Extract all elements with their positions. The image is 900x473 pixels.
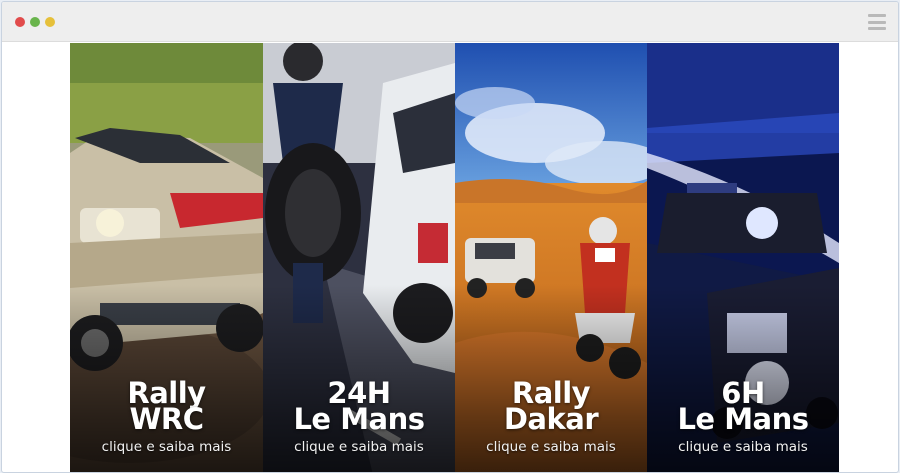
- close-window-dot[interactable]: [15, 17, 25, 27]
- title-line-2: Le Mans: [293, 402, 425, 436]
- panel-title: 24H Le Mans: [263, 379, 455, 436]
- panel-title: 6H Le Mans: [647, 379, 839, 436]
- panel-caption: 24H Le Mans clique e saiba mais: [263, 379, 455, 456]
- learn-more-link[interactable]: clique e saiba mais: [70, 439, 263, 455]
- learn-more-link[interactable]: clique e saiba mais: [455, 439, 647, 455]
- panel-caption: 6H Le Mans clique e saiba mais: [647, 379, 839, 456]
- maximize-window-dot[interactable]: [30, 17, 40, 27]
- window-toolbar: [2, 2, 898, 42]
- panel-title: Rally WRC: [70, 379, 263, 436]
- learn-more-link[interactable]: clique e saiba mais: [647, 439, 839, 455]
- panel-rally-wrc[interactable]: Rally WRC clique e saiba mais: [70, 43, 263, 472]
- panel-rally-dakar[interactable]: Rally Dakar clique e saiba mais: [455, 43, 647, 472]
- panel-24h-le-mans[interactable]: 24H Le Mans clique e saiba mais: [263, 43, 455, 472]
- panel-caption: Rally Dakar clique e saiba mais: [455, 379, 647, 456]
- hamburger-menu-icon[interactable]: [868, 14, 886, 30]
- title-line-2: WRC: [129, 402, 204, 436]
- panel-title: Rally Dakar: [455, 379, 647, 436]
- panel-caption: Rally WRC clique e saiba mais: [70, 379, 263, 456]
- panel-6h-le-mans[interactable]: 6H Le Mans clique e saiba mais: [647, 43, 839, 472]
- browser-window: Rally WRC clique e saiba mais 24H Le Man…: [1, 1, 899, 473]
- title-line-2: Dakar: [503, 402, 599, 436]
- minimize-window-dot[interactable]: [45, 17, 55, 27]
- learn-more-link[interactable]: clique e saiba mais: [263, 439, 455, 455]
- event-panels: Rally WRC clique e saiba mais 24H Le Man…: [70, 43, 841, 472]
- title-line-2: Le Mans: [677, 402, 809, 436]
